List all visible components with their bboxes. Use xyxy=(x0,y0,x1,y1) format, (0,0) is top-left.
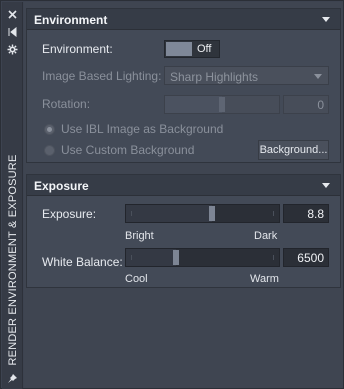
title-strip: RENDER ENVIRONMENT & EXPOSURE xyxy=(2,2,23,389)
ibl-dropdown[interactable]: Sharp Highlights xyxy=(164,66,329,85)
slider-tick xyxy=(273,255,274,260)
white-balance-slider-fill xyxy=(126,249,177,266)
white-balance-slider-thumb[interactable] xyxy=(173,250,180,265)
toggle-knob xyxy=(166,42,192,56)
palette-content: Environment Environment: Off Image Based… xyxy=(24,2,343,388)
exposure-label: Exposure: xyxy=(42,207,97,221)
dark-label: Dark xyxy=(254,230,278,242)
warm-label: Warm xyxy=(250,273,279,285)
palette-window: RENDER ENVIRONMENT & EXPOSURE Environmen… xyxy=(0,0,344,389)
exposure-title: Exposure xyxy=(34,179,89,193)
palette-title: RENDER ENVIRONMENT & EXPOSURE xyxy=(7,154,19,366)
rotation-slider[interactable] xyxy=(164,95,280,114)
use-ibl-background-label: Use IBL Image as Background xyxy=(61,122,224,136)
bright-label: Bright xyxy=(125,230,154,242)
rotation-label: Rotation: xyxy=(42,97,91,111)
exposure-slider[interactable] xyxy=(125,204,280,223)
white-balance-slider[interactable] xyxy=(125,248,280,267)
background-button[interactable]: Background... xyxy=(258,140,329,160)
chevron-down-icon[interactable] xyxy=(322,17,330,22)
exposure-header[interactable]: Exposure xyxy=(27,175,340,196)
chevron-down-icon xyxy=(314,74,322,79)
rotation-field[interactable]: 0 xyxy=(283,95,329,114)
pin-icon[interactable] xyxy=(6,372,19,384)
exposure-slider-fill xyxy=(126,205,212,222)
white-balance-label: White Balance: xyxy=(42,255,123,269)
ibl-label: Image Based Lighting: xyxy=(42,69,162,83)
slider-tick xyxy=(273,211,274,216)
collapse-icon[interactable] xyxy=(6,26,19,38)
environment-title: Environment xyxy=(34,13,108,27)
close-icon[interactable] xyxy=(6,8,19,20)
white-balance-field[interactable]: 6500 xyxy=(283,248,329,267)
rotation-slider-fill xyxy=(165,96,222,113)
settings-icon[interactable] xyxy=(6,43,19,55)
slider-tick xyxy=(131,211,132,216)
use-custom-background-label: Use Custom Background xyxy=(61,143,195,157)
exposure-slider-thumb[interactable] xyxy=(208,206,215,221)
environment-toggle-value: Off xyxy=(197,43,212,55)
environment-header[interactable]: Environment xyxy=(27,9,340,30)
environment-label: Environment: xyxy=(42,42,113,56)
chevron-down-icon[interactable] xyxy=(322,183,330,188)
use-ibl-background-radio[interactable] xyxy=(44,124,55,135)
ibl-dropdown-value: Sharp Highlights xyxy=(170,70,259,84)
slider-tick xyxy=(131,255,132,260)
environment-panel: Environment Environment: Off Image Based… xyxy=(26,8,341,163)
exposure-panel: Exposure Exposure: 8.8 Bright Dark White… xyxy=(26,174,341,288)
environment-toggle[interactable]: Off xyxy=(164,40,220,58)
rotation-slider-thumb[interactable] xyxy=(219,97,225,112)
exposure-field[interactable]: 8.8 xyxy=(283,204,329,223)
cool-label: Cool xyxy=(125,273,148,285)
use-custom-background-radio[interactable] xyxy=(44,145,55,156)
